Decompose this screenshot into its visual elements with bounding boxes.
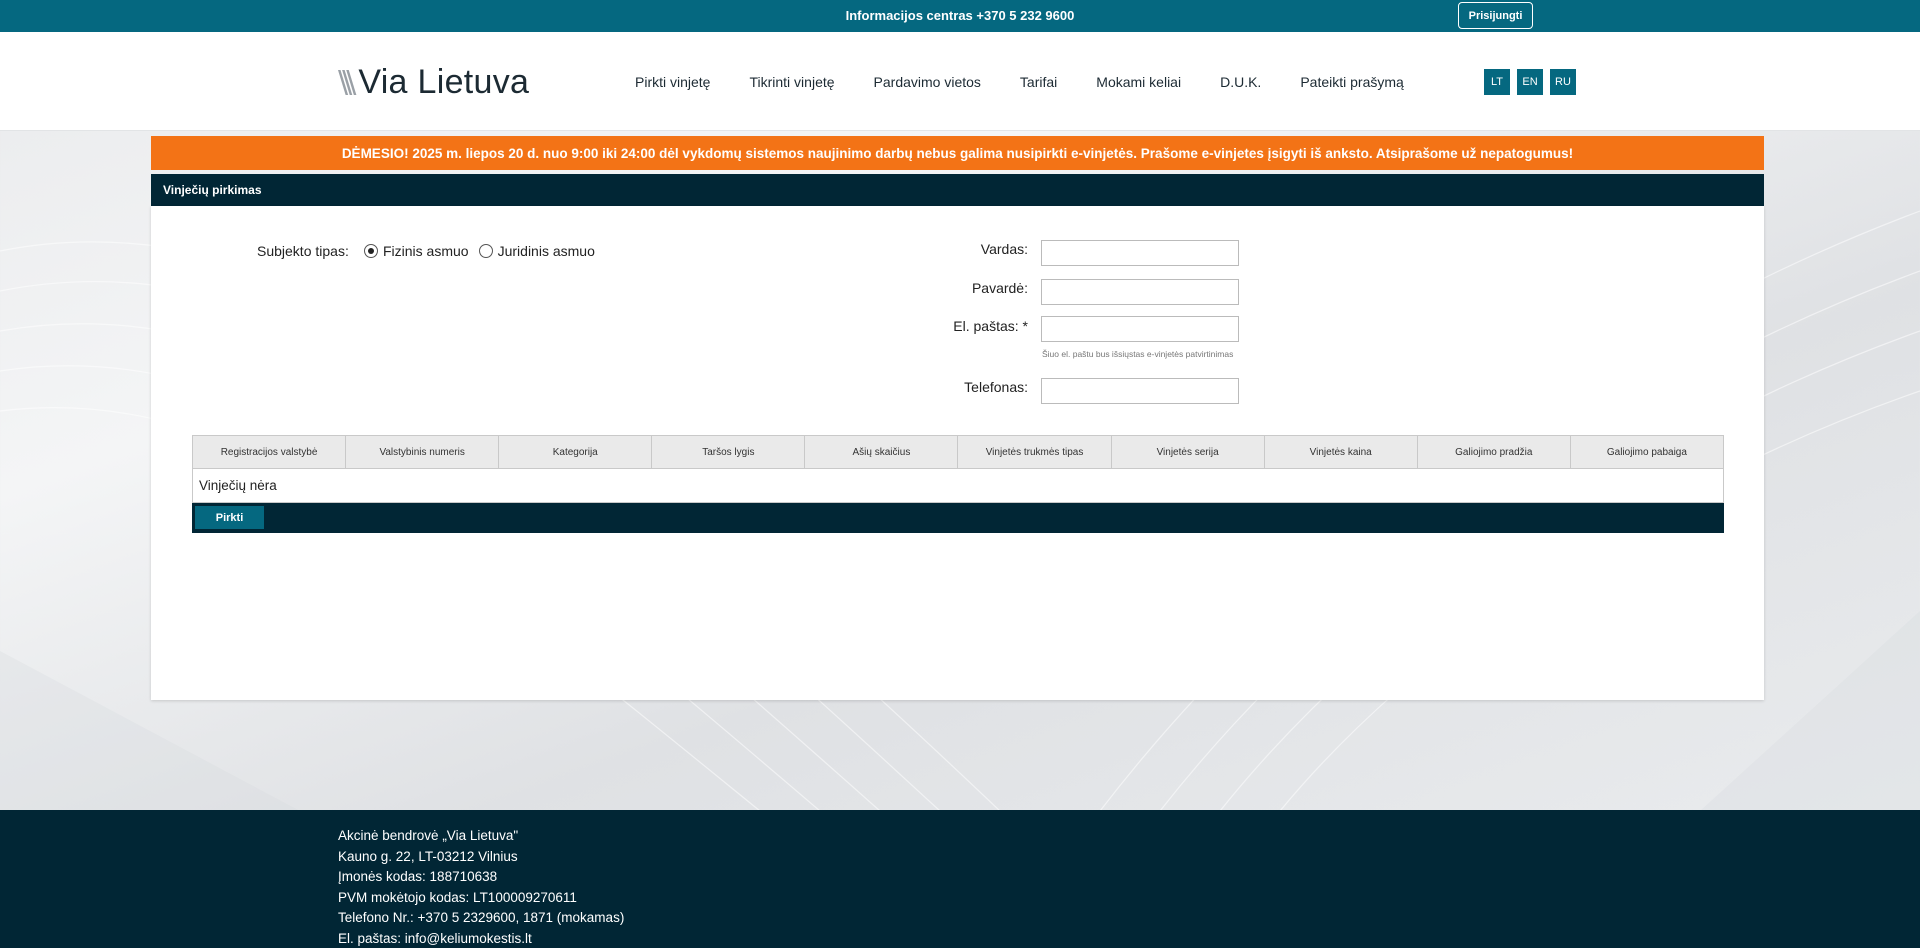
email-hint: Šiuo el. paštu bus išsiųstas e-vinjetės … — [1042, 349, 1234, 359]
buy-button[interactable]: Pirkti — [195, 506, 264, 529]
vignettes-table: Registracijos valstybė Valstybinis numer… — [192, 435, 1724, 533]
site-footer: Akcinė bendrovė „Via Lietuva" Kauno g. 2… — [0, 810, 1920, 948]
footer-email[interactable]: El. paštas: info@keliumokestis.lt — [338, 929, 624, 948]
maintenance-alert: DĖMESIO! 2025 m. liepos 20 d. nuo 9:00 i… — [151, 136, 1764, 170]
radio-legal-person-label: Juridinis asmuo — [497, 243, 595, 259]
nav-faq[interactable]: D.U.K. — [1220, 74, 1261, 90]
lang-ru-button[interactable]: RU — [1550, 69, 1576, 95]
logo-slashes: \\\ — [338, 64, 356, 100]
radio-checked-icon[interactable] — [364, 244, 378, 258]
footer-phone: Telefono Nr.: +370 5 2329600, 1871 (moka… — [338, 910, 625, 925]
top-info-bar: Informacijos centras +370 5 232 9600 Pri… — [0, 0, 1920, 32]
col-price: Vinjetės kaina — [1265, 436, 1418, 468]
nav-toll-roads[interactable]: Mokami keliai — [1096, 74, 1181, 90]
subject-type-radio-group: Fizinis asmuo Juridinis asmuo — [364, 243, 605, 259]
phone-label: Telefonas: — [964, 379, 1028, 395]
col-valid-from: Galiojimo pradžia — [1418, 436, 1571, 468]
lang-en-button[interactable]: EN — [1517, 69, 1543, 95]
col-series: Vinjetės serija — [1112, 436, 1265, 468]
info-center-text: Informacijos centras +370 5 232 9600 — [845, 8, 1075, 23]
email-input[interactable] — [1041, 316, 1239, 342]
site-header: \\\ Via Lietuva Pirkti vinjetę Tikrinti … — [0, 32, 1920, 131]
buy-bar: Pirkti — [192, 503, 1724, 533]
footer-company-code: Įmonės kodas: 188710638 — [338, 869, 498, 884]
footer-company-name: Akcinė bendrovė „Via Lietuva" — [338, 828, 519, 843]
nav-buy-vignette[interactable]: Pirkti vinjetę — [635, 74, 710, 90]
nav-submit-request[interactable]: Pateikti prašymą — [1300, 74, 1403, 90]
first-name-input[interactable] — [1041, 240, 1239, 266]
logo-text: Via Lietuva — [358, 62, 530, 101]
last-name-label: Pavardė: — [971, 280, 1028, 296]
col-axle-count: Ašių skaičius — [805, 436, 959, 468]
language-switcher: LT EN RU — [1484, 69, 1583, 95]
panel-title: Vinječių pirkimas — [151, 174, 1764, 206]
col-valid-to: Galiojimo pabaiga — [1606, 446, 1687, 458]
footer-address: Kauno g. 22, LT-03212 Vilnius — [338, 848, 518, 864]
lang-lt-button[interactable]: LT — [1484, 69, 1510, 95]
col-plate-number: Valstybinis numeris — [346, 436, 500, 468]
col-registration-country: Registracijos valstybė — [193, 436, 347, 468]
login-button[interactable]: Prisijungti — [1458, 2, 1533, 29]
radio-natural-person[interactable]: Fizinis asmuo — [364, 243, 469, 259]
radio-natural-person-label: Fizinis asmuo — [383, 243, 469, 259]
site-logo[interactable]: \\\ Via Lietuva — [338, 62, 529, 102]
footer-company-info: Akcinė bendrovė „Via Lietuva" Kauno g. 2… — [338, 826, 624, 948]
last-name-input[interactable] — [1041, 279, 1239, 305]
col-duration-type: Vinjetės trukmės tipas — [958, 436, 1112, 468]
col-category: Kategorija — [499, 436, 653, 468]
first-name-label: Vardas: — [980, 241, 1028, 257]
nav-check-vignette[interactable]: Tikrinti vinjetę — [749, 74, 834, 90]
table-header: Registracijos valstybė Valstybinis numer… — [192, 435, 1724, 469]
phone-input[interactable] — [1041, 378, 1239, 404]
table-empty-row: Vinječių nėra — [192, 469, 1724, 503]
radio-legal-person[interactable]: Juridinis asmuo — [478, 243, 595, 259]
main-nav: Pirkti vinjetę Tikrinti vinjetę Pardavim… — [635, 74, 1443, 90]
email-label: El. paštas: * — [953, 318, 1028, 334]
subject-type-label: Subjekto tipas: — [257, 243, 349, 259]
nav-tariffs[interactable]: Tarifai — [1020, 74, 1057, 90]
purchase-panel: Subjekto tipas: Fizinis asmuo Juridinis … — [151, 206, 1764, 700]
radio-unchecked-icon[interactable] — [478, 244, 493, 258]
footer-vat-code: PVM mokėtojo kodas: LT100009270611 — [338, 889, 577, 905]
col-emission-level: Taršos lygis — [652, 436, 806, 468]
nav-sales-points[interactable]: Pardavimo vietos — [874, 74, 981, 90]
